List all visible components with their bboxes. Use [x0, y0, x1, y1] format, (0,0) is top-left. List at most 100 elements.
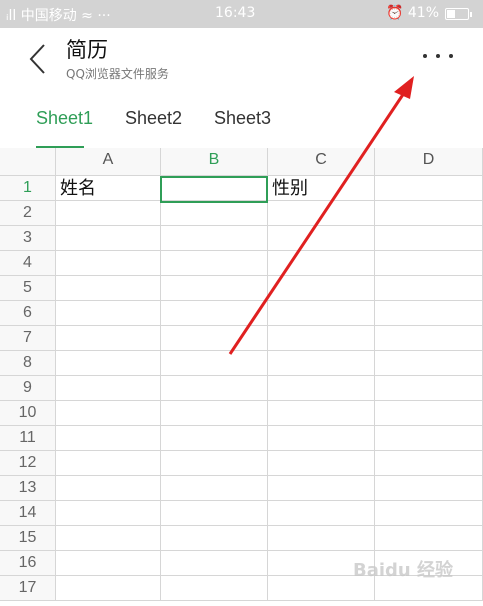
cell-b14[interactable]: [161, 501, 268, 526]
row-header-17[interactable]: 17: [0, 576, 56, 601]
row-header-15[interactable]: 15: [0, 526, 56, 551]
tab-sheet2[interactable]: Sheet2: [125, 108, 182, 129]
cell-c5[interactable]: [268, 276, 375, 301]
cell-b4[interactable]: [161, 251, 268, 276]
cell-a11[interactable]: [56, 426, 161, 451]
cell-c14[interactable]: [268, 501, 375, 526]
select-all-corner[interactable]: [0, 148, 56, 176]
cell-c7[interactable]: [268, 326, 375, 351]
row-header-1[interactable]: 1: [0, 176, 56, 201]
row-header-3[interactable]: 3: [0, 226, 56, 251]
row-header-13[interactable]: 13: [0, 476, 56, 501]
cell-c1[interactable]: 性别: [268, 176, 375, 201]
cell-a10[interactable]: [56, 401, 161, 426]
active-cell-outline: [160, 176, 268, 203]
cell-d13[interactable]: [375, 476, 483, 501]
row-header-16[interactable]: 16: [0, 551, 56, 576]
battery-icon: [445, 8, 472, 20]
cell-b5[interactable]: [161, 276, 268, 301]
row-header-2[interactable]: 2: [0, 201, 56, 226]
cell-b17[interactable]: [161, 576, 268, 601]
cell-b13[interactable]: [161, 476, 268, 501]
cell-d11[interactable]: [375, 426, 483, 451]
cell-a14[interactable]: [56, 501, 161, 526]
cell-d15[interactable]: [375, 526, 483, 551]
cell-b10[interactable]: [161, 401, 268, 426]
row-header-10[interactable]: 10: [0, 401, 56, 426]
battery-fill: [447, 10, 455, 18]
cell-d1[interactable]: [375, 176, 483, 201]
cell-c4[interactable]: [268, 251, 375, 276]
table-row: 3: [0, 226, 483, 251]
row-header-9[interactable]: 9: [0, 376, 56, 401]
cell-b16[interactable]: [161, 551, 268, 576]
table-row: 2: [0, 201, 483, 226]
column-header-a[interactable]: A: [56, 148, 161, 176]
cell-d8[interactable]: [375, 351, 483, 376]
cell-a4[interactable]: [56, 251, 161, 276]
cell-c10[interactable]: [268, 401, 375, 426]
cell-c13[interactable]: [268, 476, 375, 501]
cell-a5[interactable]: [56, 276, 161, 301]
cell-b3[interactable]: [161, 226, 268, 251]
cell-b8[interactable]: [161, 351, 268, 376]
cell-b7[interactable]: [161, 326, 268, 351]
tab-sheet1[interactable]: Sheet1: [36, 108, 93, 129]
cell-d7[interactable]: [375, 326, 483, 351]
cell-d10[interactable]: [375, 401, 483, 426]
row-header-7[interactable]: 7: [0, 326, 56, 351]
alarm-battery-percent: ⏰ 41%: [386, 5, 439, 21]
tab-sheet3[interactable]: Sheet3: [214, 108, 271, 129]
cell-a6[interactable]: [56, 301, 161, 326]
cell-a8[interactable]: [56, 351, 161, 376]
column-header-c[interactable]: C: [268, 148, 375, 176]
cell-d9[interactable]: [375, 376, 483, 401]
cell-a7[interactable]: [56, 326, 161, 351]
cell-d14[interactable]: [375, 501, 483, 526]
row-header-11[interactable]: 11: [0, 426, 56, 451]
cell-a2[interactable]: [56, 201, 161, 226]
cell-a1[interactable]: 姓名: [56, 176, 161, 201]
cell-b6[interactable]: [161, 301, 268, 326]
cell-a13[interactable]: [56, 476, 161, 501]
table-row: 4: [0, 251, 483, 276]
cell-c9[interactable]: [268, 376, 375, 401]
cell-a9[interactable]: [56, 376, 161, 401]
cell-c12[interactable]: [268, 451, 375, 476]
cell-a16[interactable]: [56, 551, 161, 576]
column-header-d[interactable]: D: [375, 148, 483, 176]
cell-a17[interactable]: [56, 576, 161, 601]
row-header-5[interactable]: 5: [0, 276, 56, 301]
cell-d6[interactable]: [375, 301, 483, 326]
cell-d3[interactable]: [375, 226, 483, 251]
cell-a3[interactable]: [56, 226, 161, 251]
table-row: 5: [0, 276, 483, 301]
cell-c6[interactable]: [268, 301, 375, 326]
table-row: 12: [0, 451, 483, 476]
cell-c2[interactable]: [268, 201, 375, 226]
cell-c11[interactable]: [268, 426, 375, 451]
more-options-icon[interactable]: [423, 44, 453, 68]
cell-d2[interactable]: [375, 201, 483, 226]
row-header-6[interactable]: 6: [0, 301, 56, 326]
cell-a15[interactable]: [56, 526, 161, 551]
cell-c8[interactable]: [268, 351, 375, 376]
cell-b9[interactable]: [161, 376, 268, 401]
cell-b12[interactable]: [161, 451, 268, 476]
row-header-12[interactable]: 12: [0, 451, 56, 476]
column-header-b[interactable]: B: [161, 148, 268, 176]
cell-d5[interactable]: [375, 276, 483, 301]
cell-c15[interactable]: [268, 526, 375, 551]
row-header-8[interactable]: 8: [0, 351, 56, 376]
row-header-4[interactable]: 4: [0, 251, 56, 276]
cell-d12[interactable]: [375, 451, 483, 476]
cell-b15[interactable]: [161, 526, 268, 551]
column-header-row: ABCD: [0, 148, 483, 176]
cell-b11[interactable]: [161, 426, 268, 451]
cell-b2[interactable]: [161, 201, 268, 226]
cell-a12[interactable]: [56, 451, 161, 476]
back-icon[interactable]: [26, 42, 50, 76]
row-header-14[interactable]: 14: [0, 501, 56, 526]
cell-d4[interactable]: [375, 251, 483, 276]
cell-c3[interactable]: [268, 226, 375, 251]
